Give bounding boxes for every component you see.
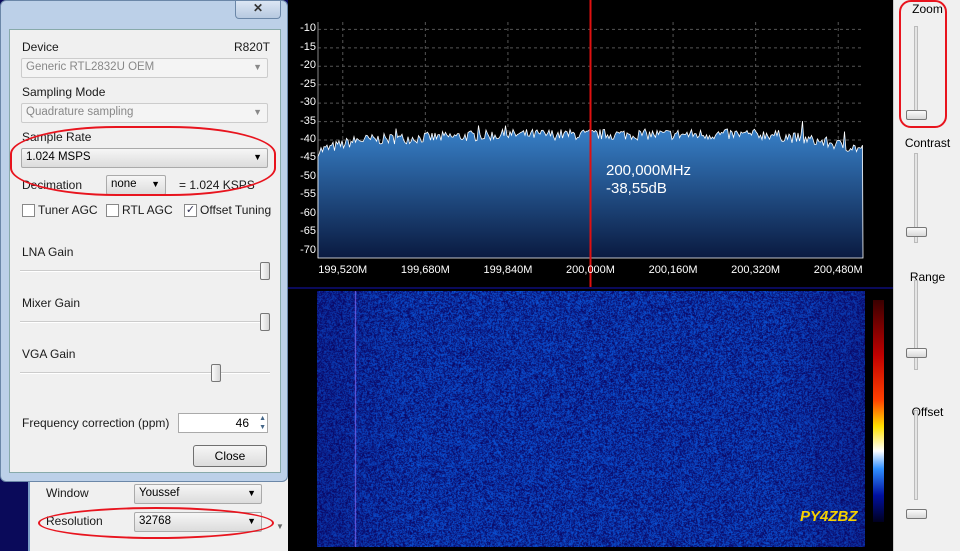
x-tick-label: 200,000M [566, 264, 615, 276]
tuner-agc-checkbox[interactable] [22, 204, 35, 217]
range-slider-thumb[interactable] [906, 348, 927, 358]
y-tick-label: -25 [288, 78, 316, 90]
x-tick-label: 200,160M [649, 264, 698, 276]
y-tick-label: -50 [288, 170, 316, 182]
close-button[interactable]: Close [193, 445, 267, 467]
x-tick-label: 199,840M [483, 264, 532, 276]
device-value: Generic RTL2832U OEM [26, 61, 154, 73]
offset-label: Offset [894, 405, 960, 419]
vga-gain-thumb[interactable] [211, 364, 221, 382]
tuner-agc-label: Tuner AGC [38, 203, 98, 217]
spectrum-analyzer[interactable]: -10 -15 -20 -25 -30 -35 -40 -45 -50 -55 -60 -65 -70 1… [288, 0, 893, 287]
contrast-label: Contrast [894, 136, 960, 150]
device-select[interactable]: Generic RTL2832U OEM ▼ [21, 58, 268, 78]
frequency-correction-label: Frequency correction (ppm) [22, 416, 169, 430]
spectrum-plot [288, 0, 893, 287]
cursor-frequency: 200,000MHz [606, 162, 691, 179]
tuner-type: R820T [234, 40, 270, 54]
color-scale-bar [873, 300, 884, 522]
y-tick-label: -60 [288, 207, 316, 219]
frequency-correction-input[interactable]: 46 ▲ ▼ [178, 413, 268, 433]
spinner-arrows-icon[interactable]: ▲ ▼ [259, 414, 266, 432]
chevron-down-icon: ▼ [247, 488, 256, 498]
y-tick-label: -35 [288, 115, 316, 127]
sampling-mode-label: Sampling Mode [22, 85, 105, 99]
range-label: Range [894, 270, 960, 284]
x-tick-label: 199,520M [318, 264, 367, 276]
y-tick-label: -10 [288, 22, 316, 34]
waterfall-display[interactable]: PY4ZBZ [288, 289, 893, 551]
highlight-oval [10, 126, 276, 196]
waterfall-canvas [317, 291, 865, 547]
rtl-agc-checkbox[interactable] [106, 204, 119, 217]
window-value: Youssef [139, 487, 180, 499]
offset-tuning-checkbox[interactable]: ✓ [184, 204, 197, 217]
vga-gain-label: VGA Gain [22, 347, 75, 361]
cursor-level: -38,55dB [606, 180, 667, 197]
y-tick-label: -15 [288, 41, 316, 53]
x-tick-label: 200,480M [814, 264, 863, 276]
sampling-mode-value: Quadrature sampling [26, 106, 133, 118]
offset-slider-thumb[interactable] [906, 509, 927, 519]
window-select[interactable]: Youssef ▼ [134, 484, 262, 504]
mixer-gain-slider[interactable] [20, 321, 270, 323]
fft-settings-panel: Window Youssef ▼ Resolution 32768 ▼ ▼ [28, 470, 290, 551]
close-icon[interactable]: ✕ [235, 1, 281, 19]
chevron-down-icon: ▼ [253, 62, 262, 72]
window-label: Window [46, 486, 89, 500]
sampling-mode-select[interactable]: Quadrature sampling ▼ [21, 103, 268, 123]
highlight-oval [899, 0, 947, 128]
y-tick-label: -20 [288, 59, 316, 71]
chevron-down-icon: ▼ [253, 107, 262, 117]
vga-gain-slider[interactable] [20, 372, 270, 374]
rtl-agc-label: RTL AGC [122, 203, 173, 217]
x-tick-label: 200,320M [731, 264, 780, 276]
lna-gain-label: LNA Gain [22, 245, 73, 259]
y-tick-label: -65 [288, 225, 316, 237]
display-controls-panel: Zoom Contrast Range Offset [893, 0, 960, 551]
contrast-slider-thumb[interactable] [906, 227, 927, 237]
watermark-text: PY4ZBZ [800, 508, 858, 525]
mixer-gain-label: Mixer Gain [22, 296, 80, 310]
frequency-correction-value: 46 [236, 416, 249, 430]
y-tick-label: -55 [288, 188, 316, 200]
lna-gain-thumb[interactable] [260, 262, 270, 280]
offset-slider[interactable] [914, 410, 918, 500]
scroll-down-icon[interactable]: ▼ [276, 522, 284, 531]
lna-gain-slider[interactable] [20, 270, 270, 272]
offset-tuning-label: Offset Tuning [200, 203, 271, 217]
x-tick-label: 199,680M [401, 264, 450, 276]
y-tick-label: -30 [288, 96, 316, 108]
y-tick-label: -40 [288, 133, 316, 145]
y-tick-label: -70 [288, 244, 316, 256]
highlight-oval [38, 507, 274, 539]
rtl-sdr-controller-dialog: ✕ Device R820T Generic RTL2832U OEM ▼ Sam… [0, 0, 288, 482]
device-label: Device [22, 40, 59, 54]
mixer-gain-thumb[interactable] [260, 313, 270, 331]
y-tick-label: -45 [288, 151, 316, 163]
